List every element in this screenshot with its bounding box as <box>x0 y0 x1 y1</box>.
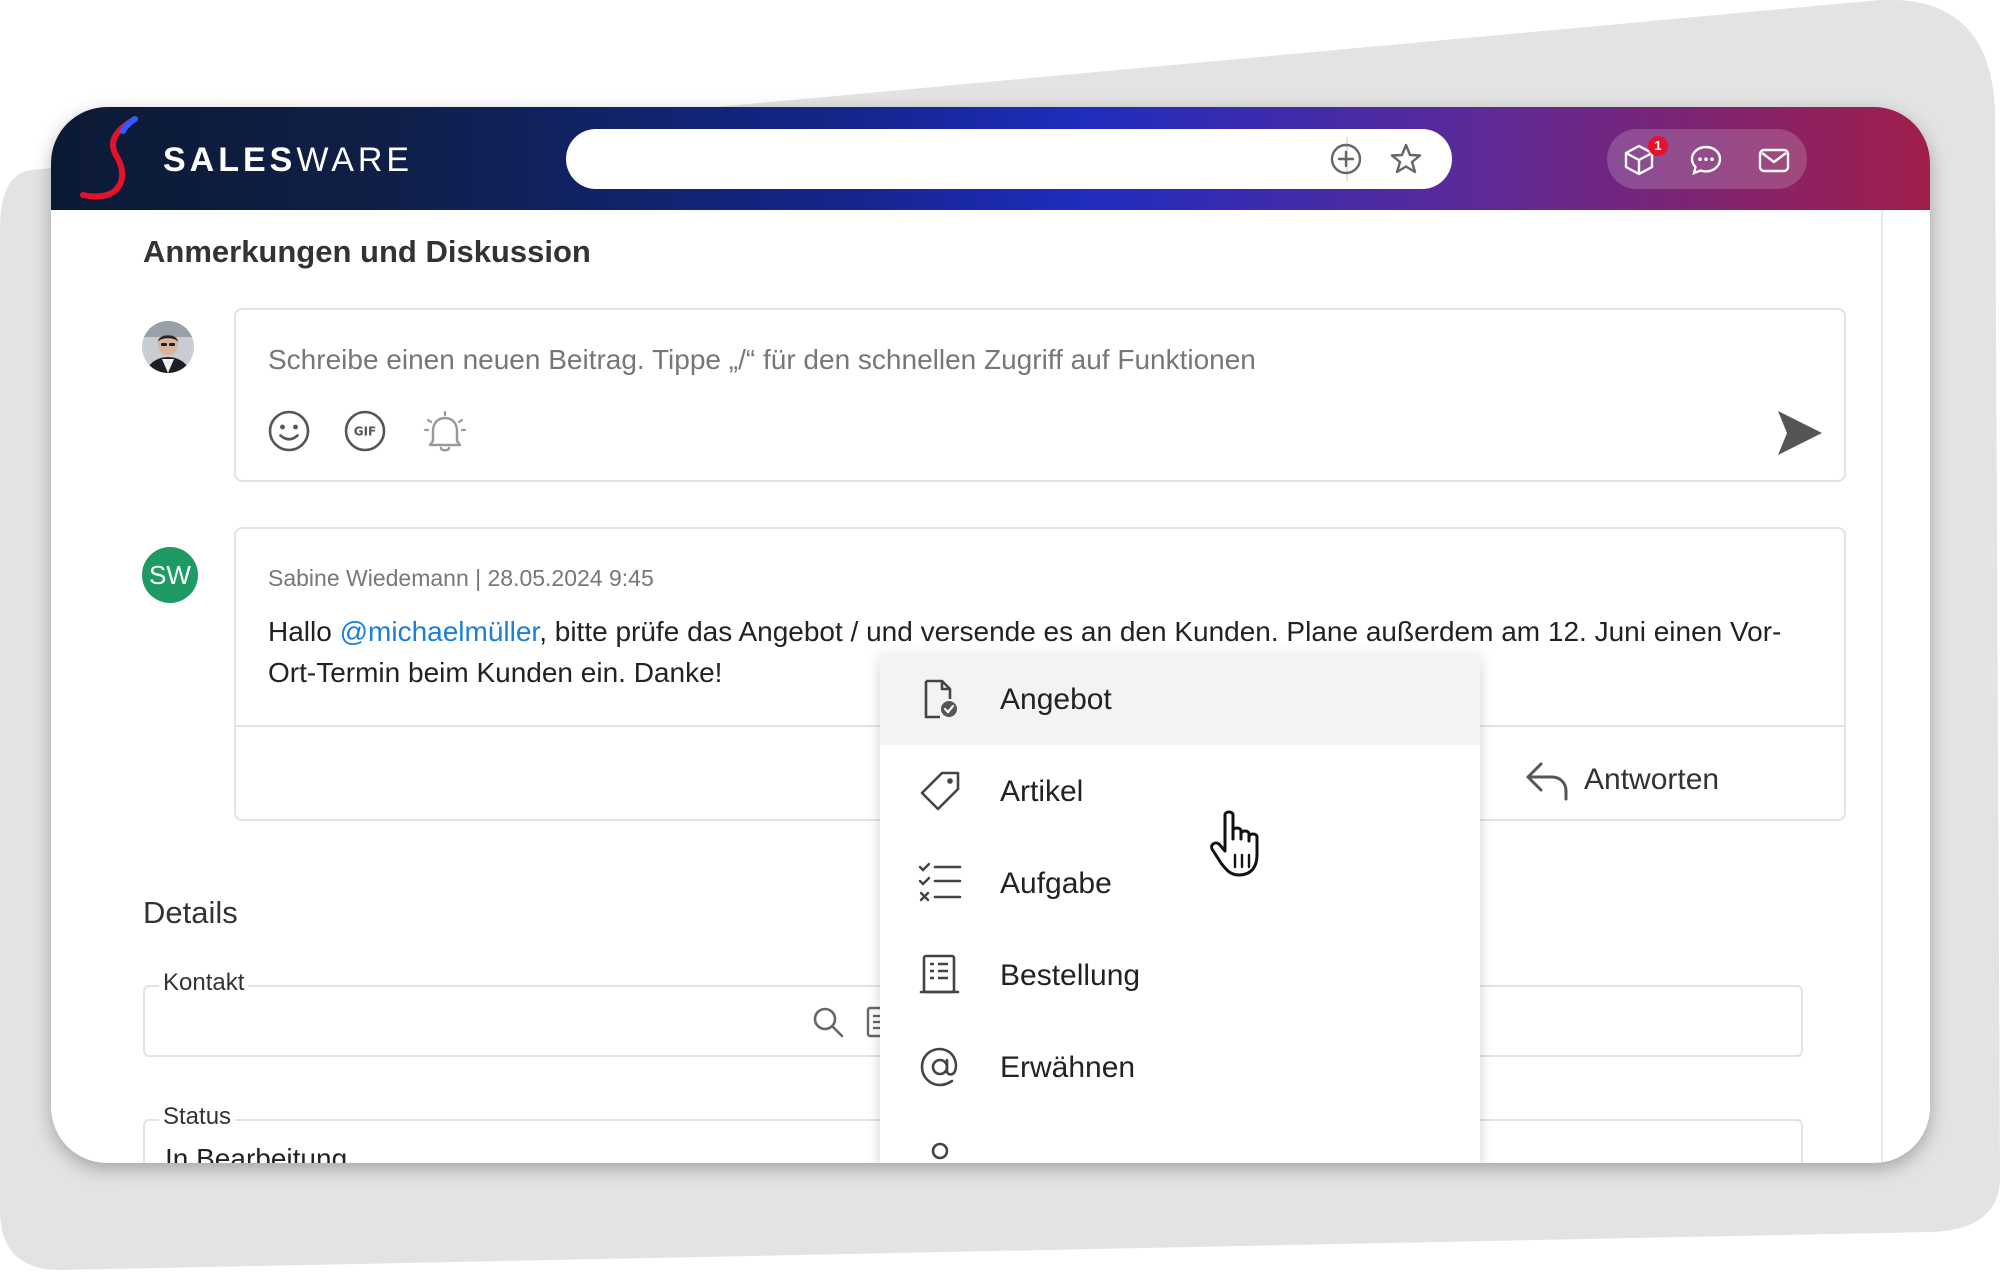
slash-command-menu: Angebot Artikel Aufgabe Bestellung Erwäh… <box>880 653 1480 1163</box>
tag-icon <box>920 771 960 811</box>
menu-item-label: Aufgabe <box>1000 867 1112 900</box>
post-author-avatar: SW <box>142 547 198 603</box>
order-list-icon <box>919 954 960 994</box>
menu-item-erwaehnen[interactable]: Erwähnen <box>880 1021 1480 1113</box>
status-value[interactable]: In Bearbeitung <box>165 1143 347 1163</box>
emoji-icon[interactable] <box>266 408 312 454</box>
menu-item-aufgabe[interactable]: Aufgabe <box>880 837 1480 929</box>
composer-box[interactable]: Schreibe einen neuen Beitrag. Tippe „/“ … <box>234 308 1846 482</box>
menu-item-artikel[interactable]: Artikel <box>880 745 1480 837</box>
checklist-icon <box>918 862 962 902</box>
at-sign-icon <box>920 1047 958 1087</box>
menu-item-angebot[interactable]: Angebot <box>880 653 1480 745</box>
current-user-avatar <box>142 321 194 373</box>
menu-item-label: Angebot <box>1000 683 1112 716</box>
hand-pointer-icon <box>1210 810 1259 877</box>
mail-icon[interactable] <box>1757 143 1791 177</box>
menu-item-label: Artikel <box>1000 775 1084 808</box>
brand-name: SALESWARE <box>163 141 413 180</box>
search-bar <box>566 129 1452 189</box>
notification-bell-icon[interactable] <box>420 408 470 458</box>
post-meta: Sabine Wiedemann | 28.05.2024 9:45 <box>268 565 654 591</box>
content-right-border <box>1881 210 1883 1163</box>
star-icon[interactable] <box>1389 142 1423 176</box>
discussion-title: Anmerkungen und Diskussion <box>143 234 591 269</box>
add-circle-icon[interactable] <box>1329 142 1363 176</box>
brand-name-bold: SALES <box>163 141 297 179</box>
menu-item-bestellung[interactable]: Bestellung <box>880 929 1480 1021</box>
post-mention-link[interactable]: @michaelmüller <box>340 616 540 647</box>
menu-item-label: Bestellung <box>1000 959 1141 992</box>
reply-arrow-icon <box>1526 762 1568 801</box>
top-bar: SALESWARE 1 <box>51 107 1930 210</box>
notification-badge: 1 <box>1648 136 1668 156</box>
partial-menu-icon <box>931 1142 949 1160</box>
post-text-start: Hallo <box>268 616 340 647</box>
details-title: Details <box>143 895 238 930</box>
brand-name-light: WARE <box>296 141 414 179</box>
composer-input[interactable]: Schreibe einen neuen Beitrag. Tippe „/“ … <box>268 344 1256 376</box>
search-input[interactable] <box>596 139 1320 181</box>
app-window: SALESWARE 1 Anmerkungen und Diskussion S… <box>51 107 1930 1163</box>
reply-label: Antworten <box>1584 763 1720 796</box>
send-icon[interactable] <box>1775 408 1825 458</box>
gif-icon[interactable]: GIF <box>342 408 388 454</box>
menu-item-partial[interactable] <box>880 1113 1480 1163</box>
status-label: Status <box>159 1103 236 1131</box>
reply-button[interactable]: Antworten <box>1522 755 1719 805</box>
svg-text:GIF: GIF <box>354 425 377 439</box>
search-icon[interactable] <box>811 1005 845 1039</box>
header-actions: 1 <box>1607 129 1807 189</box>
contact-label: Kontakt <box>159 969 249 997</box>
chat-icon[interactable] <box>1689 143 1723 177</box>
document-check-icon <box>924 679 957 719</box>
salesware-logo-icon <box>80 116 138 200</box>
menu-item-label: Erwähnen <box>1000 1051 1136 1084</box>
user-photo-icon <box>142 321 194 373</box>
